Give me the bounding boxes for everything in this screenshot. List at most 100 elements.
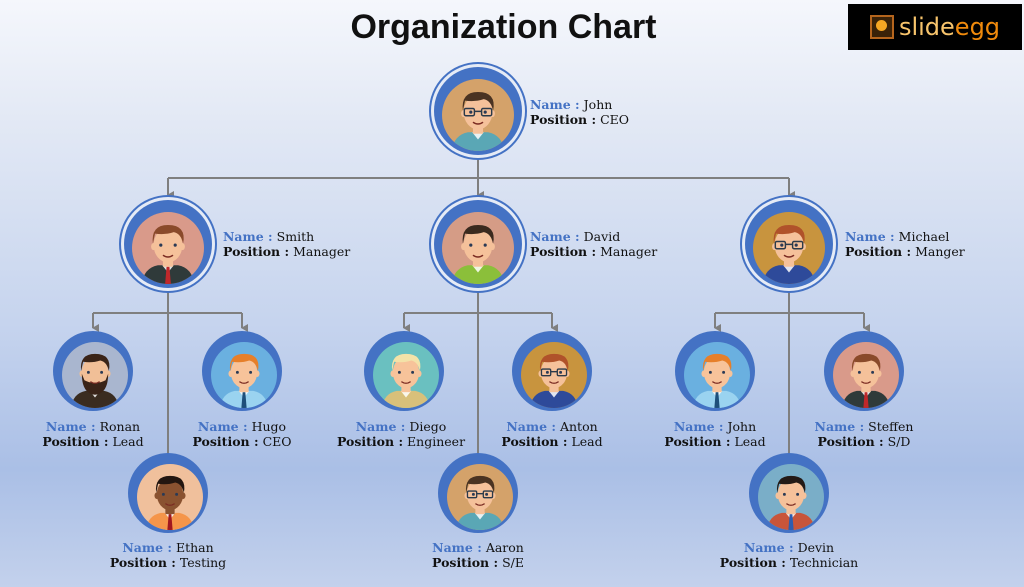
name-value: Michael [898,229,950,244]
name-value: Ronan [99,419,141,434]
name-row: Name : Diego [337,419,465,434]
person-icon [521,342,587,408]
person-label: Name : Diego Position : Engineer [337,419,465,449]
person-icon [758,464,824,530]
position-row: Position : S/E [432,555,524,570]
person-label: Name : John Position : CEO [530,97,629,127]
person-icon [62,342,128,408]
name-key: Name : [506,419,556,434]
name-key: Name : [845,229,895,244]
name-key: Name : [122,540,172,555]
person-icon [132,212,204,284]
name-value: David [583,229,621,244]
name-key: Name : [197,419,248,434]
avatar [749,453,829,533]
name-value: John [583,97,613,112]
position-key: Position : [432,555,499,570]
person-icon [137,464,203,530]
person-label: Name : Devin Position : Technician [720,540,858,570]
name-row: Name : Steffen [815,419,914,434]
name-value: Ethan [175,540,214,555]
avatar [745,200,833,288]
name-key: Name : [673,419,724,434]
avatar [824,331,904,411]
name-value: Aaron [485,540,524,555]
name-value: Smith [276,229,315,244]
position-key: Position : [530,112,597,127]
person-label: Name : Smith Position : Manager [223,229,350,259]
name-key: Name : [223,229,273,244]
position-key: Position : [719,555,786,570]
person-icon [442,212,514,284]
position-row: Position : Manger [845,244,965,259]
position-row: Position : S/D [815,434,914,449]
position-value: S/D [887,434,911,449]
name-value: Hugo [251,419,287,434]
position-key: Position : [223,244,290,259]
position-key: Position : [192,434,259,449]
name-value: Anton [559,419,598,434]
avatar [512,331,592,411]
person-icon [211,342,277,408]
position-key: Position : [817,434,884,449]
position-value: Engineer [407,434,466,449]
person-label: Name : Hugo Position : CEO [192,419,291,449]
person-label: Name : Aaron Position : S/E [432,540,524,570]
name-row: Name : Anton [501,419,602,434]
position-row: Position : Testing [110,555,226,570]
name-row: Name : Hugo [192,419,291,434]
avatar [53,331,133,411]
person-label: Name : David Position : Manager [530,229,657,259]
position-row: Position : CEO [530,112,629,127]
position-row: Position : Manager [530,244,657,259]
person-icon [373,342,439,408]
name-value: Diego [409,419,447,434]
position-key: Position : [109,555,176,570]
name-row: Name : David [530,229,657,244]
position-row: Position : Lead [42,434,143,449]
name-row: Name : Michael [845,229,965,244]
avatar [675,331,755,411]
position-value: S/E [502,555,524,570]
person-label: Name : Anton Position : Lead [501,419,602,449]
avatar [434,67,522,155]
name-value: Devin [797,540,835,555]
name-row: Name : John [530,97,629,112]
name-row: Name : Aaron [432,540,524,555]
name-value: Steffen [868,419,914,434]
name-row: Name : Devin [720,540,858,555]
position-value: Manager [293,244,351,259]
name-key: Name : [432,540,482,555]
name-row: Name : Ronan [42,419,143,434]
position-row: Position : Engineer [337,434,465,449]
position-row: Position : Lead [664,434,765,449]
position-key: Position : [501,434,568,449]
person-label: Name : Steffen Position : S/D [815,419,914,449]
avatar [434,200,522,288]
person-icon [753,212,825,284]
person-icon [833,342,899,408]
position-value: CEO [600,112,630,127]
name-value: John [727,419,757,434]
position-value: Testing [179,555,227,570]
person-label: Name : John Position : Lead [664,419,765,449]
position-value: Manager [600,244,658,259]
position-row: Position : CEO [192,434,291,449]
position-value: Lead [571,434,603,449]
position-key: Position : [845,244,912,259]
avatar [364,331,444,411]
person-label: Name : Michael Position : Manger [845,229,965,259]
position-row: Position : Technician [720,555,858,570]
position-row: Position : Manager [223,244,350,259]
name-row: Name : John [664,419,765,434]
position-value: Manger [915,244,965,259]
position-key: Position : [530,244,597,259]
name-key: Name : [355,419,406,434]
person-label: Name : Ronan Position : Lead [42,419,143,449]
name-key: Name : [530,229,580,244]
position-row: Position : Lead [501,434,602,449]
name-key: Name : [743,540,794,555]
avatar [128,453,208,533]
position-value: Lead [734,434,766,449]
position-value: CEO [262,434,292,449]
